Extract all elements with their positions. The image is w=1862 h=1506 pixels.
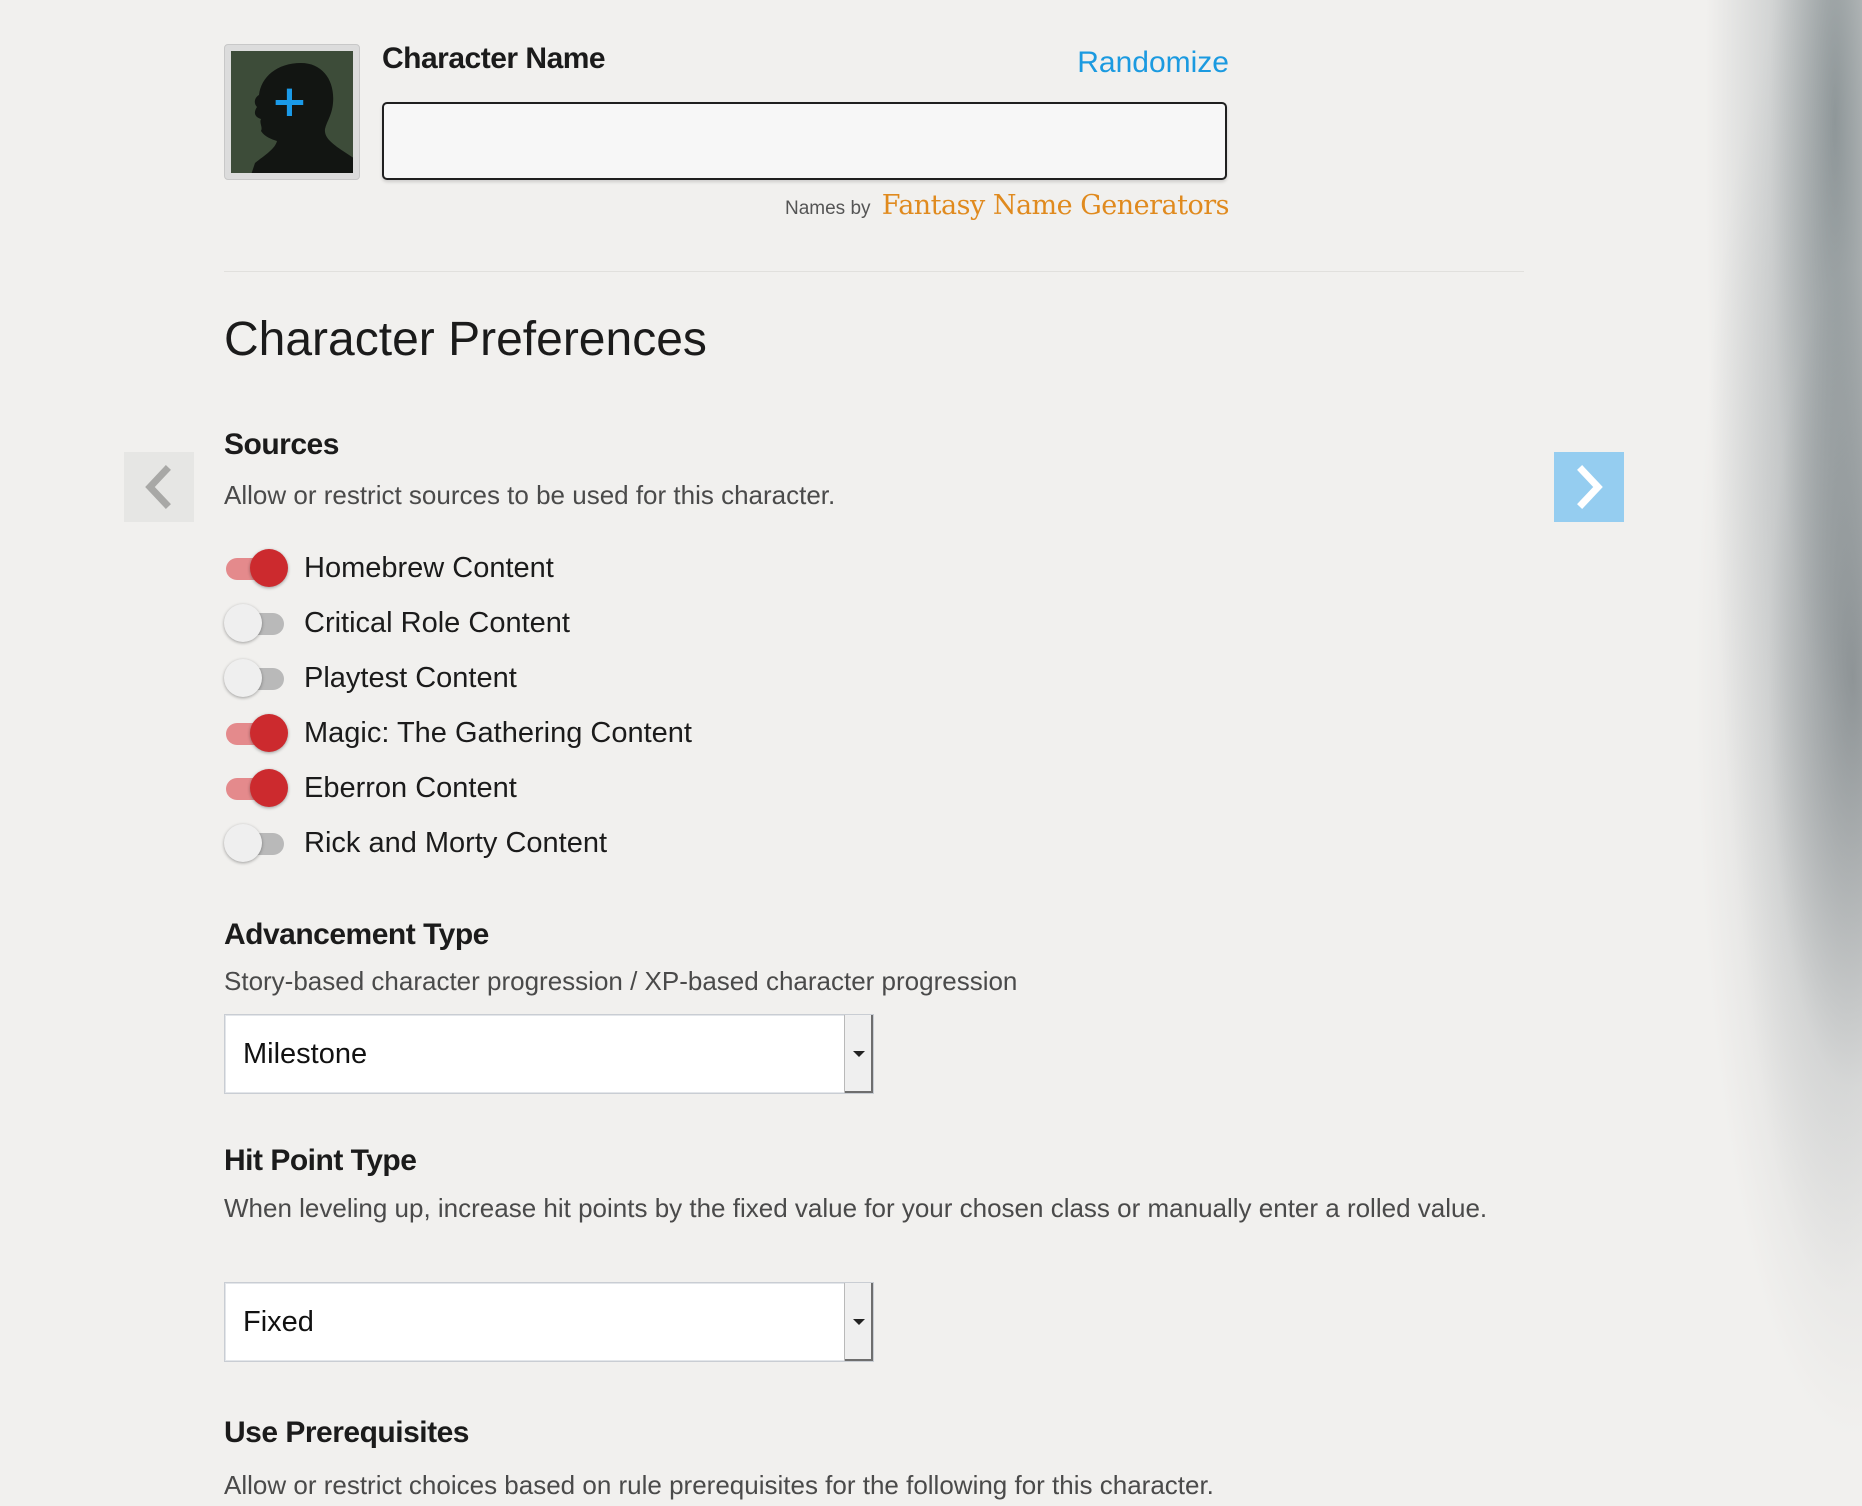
- advancement-type-title: Advancement Type: [224, 918, 489, 951]
- source-toggle-row[interactable]: Eberron Content: [224, 766, 517, 810]
- toggle-knob: [224, 659, 262, 697]
- names-by-prefix: Names by: [784, 198, 871, 219]
- hit-point-type-select[interactable]: Fixed: [224, 1282, 874, 1362]
- use-prerequisites-description: Allow or restrict choices based on rule …: [224, 1470, 1214, 1500]
- toggle-switch[interactable]: [224, 546, 288, 590]
- toggle-switch[interactable]: [224, 766, 288, 810]
- background-art: [1682, 0, 1862, 1506]
- next-button[interactable]: [1554, 452, 1624, 522]
- sources-title: Sources: [224, 428, 339, 461]
- advancement-type-value: Milestone: [243, 1038, 368, 1070]
- section-divider: [224, 271, 1524, 272]
- toggle-switch[interactable]: [224, 711, 288, 755]
- hit-point-type-title: Hit Point Type: [224, 1144, 417, 1177]
- hit-point-type-description: When leveling up, increase hit points by…: [224, 1193, 1488, 1223]
- source-toggle-row[interactable]: Magic: The Gathering Content: [224, 711, 692, 755]
- toggle-knob: [250, 769, 288, 807]
- source-toggle-label: Rick and Morty Content: [304, 826, 608, 859]
- toggle-knob: [224, 604, 262, 642]
- names-by-credit: Names by Fantasy Name Generators: [584, 190, 1230, 221]
- hit-point-type-value: Fixed: [243, 1306, 314, 1338]
- toggle-knob: [250, 714, 288, 752]
- dropdown-arrow-icon[interactable]: [844, 1283, 873, 1361]
- source-toggle-label: Playtest Content: [304, 661, 517, 694]
- chevron-right-icon: [1577, 465, 1603, 509]
- toggle-switch[interactable]: [224, 656, 288, 700]
- source-toggle-label: Homebrew Content: [304, 551, 554, 584]
- toggle-knob: [250, 549, 288, 587]
- toggle-knob: [224, 824, 262, 862]
- portrait-image: +: [231, 51, 353, 173]
- character-name-input[interactable]: [382, 102, 1227, 180]
- character-portrait[interactable]: +: [224, 44, 360, 180]
- source-toggle-row[interactable]: Homebrew Content: [224, 546, 554, 590]
- previous-button[interactable]: [124, 452, 194, 522]
- chevron-left-icon: [145, 465, 171, 509]
- use-prerequisites-title: Use Prerequisites: [224, 1416, 469, 1449]
- character-name-label: Character Name: [382, 42, 606, 75]
- page-title: Character Preferences: [224, 313, 707, 366]
- advancement-type-description: Story-based character progression / XP-b…: [224, 966, 1018, 996]
- fantasy-name-generators-link[interactable]: Fantasy Name Generators: [882, 190, 1230, 221]
- dropdown-arrow-icon[interactable]: [844, 1015, 873, 1093]
- source-toggle-label: Critical Role Content: [304, 606, 570, 639]
- source-toggle-label: Magic: The Gathering Content: [304, 716, 692, 749]
- toggle-switch[interactable]: [224, 601, 288, 645]
- source-toggle-row[interactable]: Rick and Morty Content: [224, 821, 607, 865]
- sources-description: Allow or restrict sources to be used for…: [224, 480, 836, 510]
- source-toggle-row[interactable]: Playtest Content: [224, 656, 517, 700]
- source-toggle-row[interactable]: Critical Role Content: [224, 601, 570, 645]
- toggle-switch[interactable]: [224, 821, 288, 865]
- advancement-type-select[interactable]: Milestone: [224, 1014, 874, 1094]
- source-toggle-label: Eberron Content: [304, 771, 517, 804]
- randomize-link[interactable]: Randomize: [854, 46, 1229, 80]
- add-photo-icon: +: [271, 76, 308, 127]
